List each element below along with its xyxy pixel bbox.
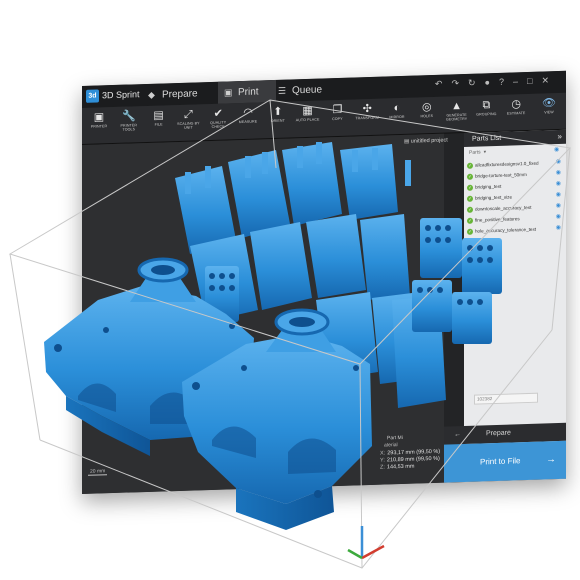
housing-right-bore (289, 317, 315, 327)
housing-left-bore (151, 265, 175, 275)
part-tab (372, 148, 378, 170)
part-fixture (340, 144, 398, 220)
part-fixture (228, 150, 290, 238)
part-tab (297, 146, 303, 168)
part-tab (185, 172, 191, 194)
part-tab (352, 150, 358, 172)
hero-composition: 3d 3D Sprint ◆ Prepare ▣ Print ☰ Queue ↶↷↻●… (0, 0, 580, 580)
3d-scene (8, 99, 572, 569)
part-tab (205, 166, 211, 188)
part-fixture (306, 214, 366, 298)
part-fixture (360, 214, 410, 300)
part-tab (245, 156, 251, 178)
part-tab (316, 142, 322, 164)
part-fixture (282, 142, 342, 226)
part-tab (262, 152, 268, 174)
part-tab (405, 160, 411, 186)
part-fixture (250, 222, 312, 310)
axis-gizmo (347, 526, 385, 560)
